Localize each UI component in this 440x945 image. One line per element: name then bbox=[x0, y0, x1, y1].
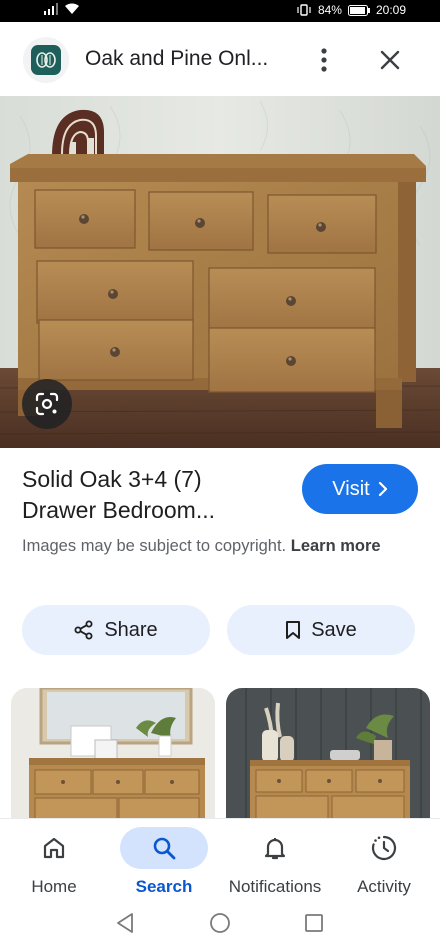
status-left bbox=[44, 3, 80, 15]
bell-icon bbox=[264, 838, 286, 860]
nav-notifications-label: Notifications bbox=[228, 877, 322, 896]
nav-search-icon-wrap bbox=[120, 827, 208, 869]
save-button[interactable]: Save bbox=[227, 605, 415, 655]
related-image[interactable] bbox=[11, 688, 215, 823]
related-dresser-photo-2 bbox=[226, 688, 430, 823]
home-icon bbox=[43, 837, 65, 859]
site-logo[interactable] bbox=[23, 37, 69, 83]
share-label: Share bbox=[104, 618, 158, 641]
related-image[interactable] bbox=[226, 688, 430, 823]
result-title-line1: Solid Oak 3+4 (7) bbox=[22, 466, 202, 492]
search-icon bbox=[153, 837, 176, 860]
nav-notifications[interactable]: Notifications bbox=[224, 819, 326, 903]
copyright-text: Images may be subject to copyright. bbox=[22, 537, 287, 555]
activity-icon bbox=[371, 835, 397, 861]
nav-notifications-icon-wrap bbox=[231, 827, 319, 869]
nav-activity-label: Activity bbox=[357, 877, 411, 896]
nav-home[interactable]: Home bbox=[10, 819, 98, 903]
bookmark-icon bbox=[286, 621, 301, 639]
signal-icon bbox=[44, 3, 58, 15]
close-button[interactable] bbox=[374, 44, 406, 76]
clock: 20:09 bbox=[375, 3, 406, 17]
google-lens-button[interactable] bbox=[22, 379, 72, 429]
related-dresser-photo-1 bbox=[11, 688, 215, 823]
chevron-right-icon bbox=[378, 482, 387, 496]
nav-home-label: Home bbox=[31, 877, 77, 896]
nav-search-label: Search bbox=[135, 877, 193, 896]
battery-icon bbox=[347, 4, 370, 16]
bottom-navigation: Home Search Notifications Activity bbox=[0, 818, 440, 902]
site-name[interactable]: Oak and Pine Onl... bbox=[85, 47, 268, 71]
battery-percent: 84% bbox=[317, 3, 342, 17]
nav-activity-icon-wrap bbox=[340, 827, 428, 869]
share-icon bbox=[74, 620, 93, 640]
share-button[interactable]: Share bbox=[22, 605, 210, 655]
close-icon bbox=[380, 50, 400, 70]
result-title-line2: Drawer Bedroom... bbox=[22, 497, 216, 523]
save-label: Save bbox=[311, 618, 357, 641]
back-button[interactable] bbox=[112, 910, 138, 936]
more-options-button[interactable] bbox=[308, 44, 340, 76]
wifi-icon bbox=[65, 3, 79, 15]
viewer-header: Oak and Pine Onl... bbox=[0, 22, 440, 96]
vibrate-icon bbox=[297, 4, 311, 16]
status-right: 84% 20:09 bbox=[296, 3, 406, 17]
site-favicon-icon bbox=[31, 45, 61, 75]
system-navigation-bar bbox=[0, 902, 440, 945]
learn-more-link[interactable]: Learn more bbox=[291, 537, 381, 555]
nav-home-icon-wrap bbox=[10, 827, 98, 869]
visit-label: Visit bbox=[332, 477, 370, 500]
result-title: Solid Oak 3+4 (7) Drawer Bedroom... bbox=[22, 464, 292, 526]
back-triangle-icon bbox=[117, 913, 133, 933]
copyright-notice: Images may be subject to copyright. Lear… bbox=[22, 534, 402, 559]
recents-square-icon bbox=[305, 914, 323, 932]
google-lens-icon bbox=[35, 392, 59, 416]
nav-search[interactable]: Search bbox=[120, 819, 208, 903]
recents-button[interactable] bbox=[301, 910, 327, 936]
more-vert-icon bbox=[321, 48, 327, 72]
nav-activity[interactable]: Activity bbox=[340, 819, 428, 903]
status-bar: 84% 20:09 bbox=[0, 0, 440, 22]
home-system-button[interactable] bbox=[207, 910, 233, 936]
home-circle-icon bbox=[210, 913, 230, 933]
visit-button[interactable]: Visit bbox=[302, 464, 418, 514]
